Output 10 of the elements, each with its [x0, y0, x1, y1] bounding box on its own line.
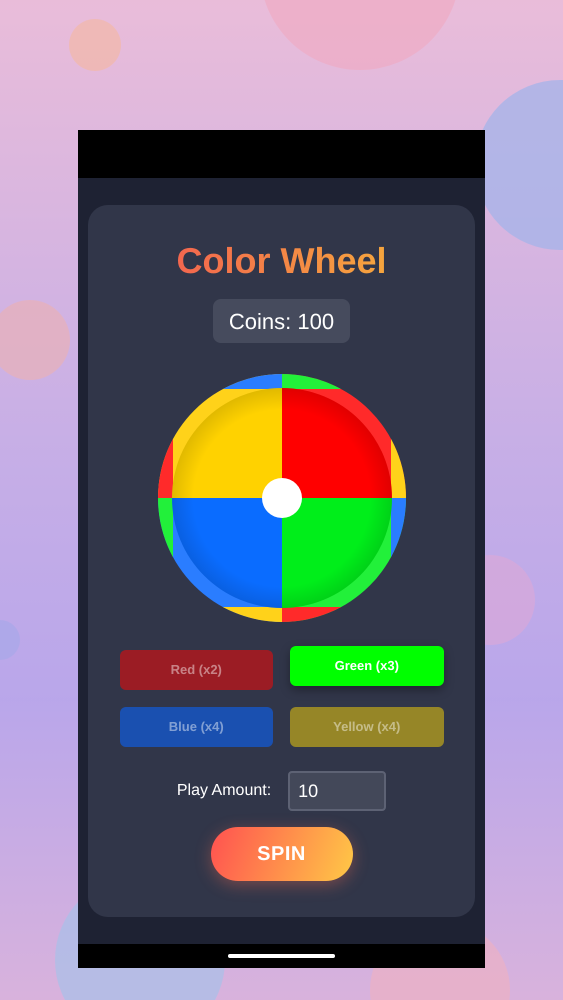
spin-button[interactable]: SPIN [210, 827, 352, 881]
bet-button[interactable]: Green (x3) [290, 646, 444, 686]
bet-button[interactable]: Blue (x4) [120, 707, 273, 747]
bubble-decoration [69, 19, 121, 71]
play-amount-label: Play Amount: [176, 781, 272, 801]
coins-display: Coins: 100 [212, 299, 350, 343]
home-indicator[interactable] [228, 954, 335, 958]
bet-button[interactable]: Red (x2) [120, 650, 273, 690]
play-amount-field[interactable]: 10 [288, 771, 386, 811]
bet-button[interactable]: Yellow (x4) [290, 707, 444, 747]
